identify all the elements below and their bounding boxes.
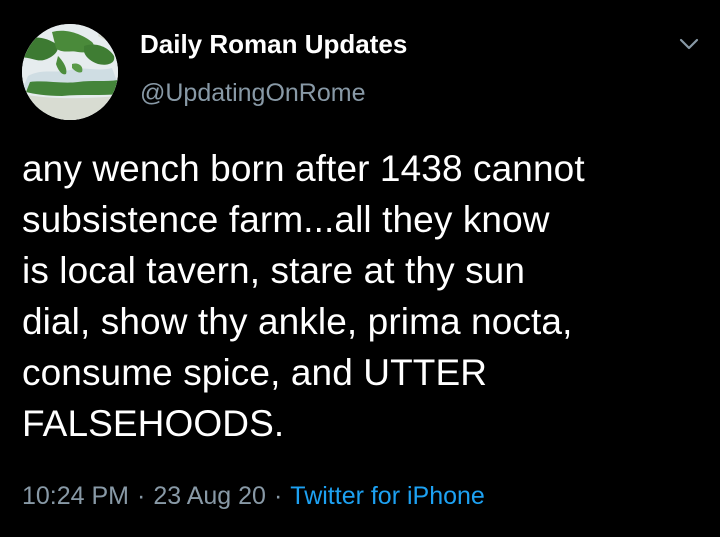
user-handle[interactable]: @UpdatingOnRome xyxy=(140,79,366,108)
avatar[interactable] xyxy=(22,24,118,120)
meta-separator: · xyxy=(137,482,146,510)
tweet-text: any wench born after 1438 cannot subsist… xyxy=(22,148,585,444)
chevron-down-icon[interactable] xyxy=(676,34,702,54)
tweet-source-link[interactable]: Twitter for iPhone xyxy=(290,482,485,510)
roman-empire-map-icon xyxy=(22,24,118,120)
tweet-date[interactable]: 23 Aug 20 xyxy=(153,482,266,510)
meta-separator: · xyxy=(273,482,283,510)
tweet-card: Daily Roman Updates @UpdatingOnRome any … xyxy=(0,0,720,537)
tweet-time[interactable]: 10:24 PM xyxy=(22,482,129,510)
display-name[interactable]: Daily Roman Updates xyxy=(140,29,407,60)
tweet-meta: 10:24 PM · 23 Aug 20 · Twitter for iPhone xyxy=(22,482,485,511)
